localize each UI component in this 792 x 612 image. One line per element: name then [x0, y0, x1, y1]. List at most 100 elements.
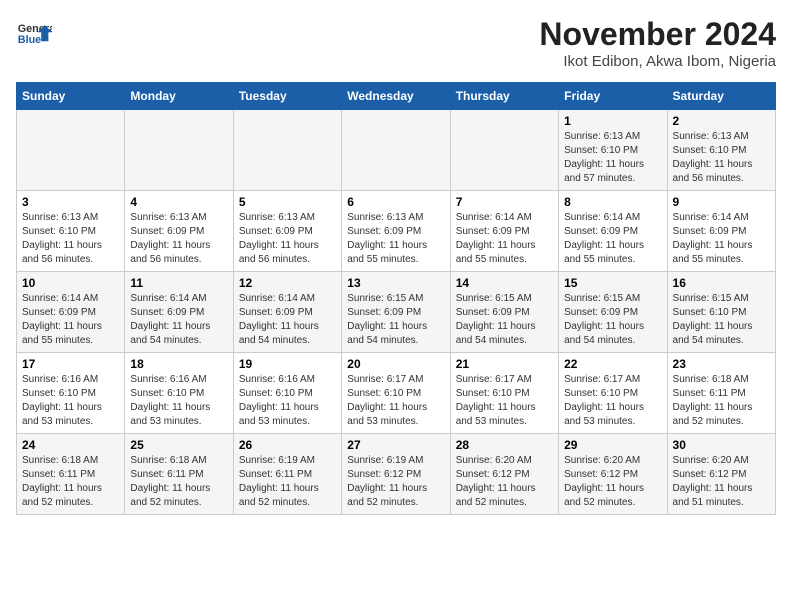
calendar-cell [342, 110, 450, 191]
calendar-cell: 23Sunrise: 6:18 AM Sunset: 6:11 PM Dayli… [667, 353, 775, 434]
calendar-cell: 21 Sunrise: 6:17 AM Sunset: 6:10 PM Dayli… [450, 353, 558, 434]
month-title: November 2024 [539, 16, 776, 53]
calendar-cell: 15 Sunrise: 6:15 AM Sunset: 6:09 PM Dayli… [559, 272, 667, 353]
day-number: 1 [564, 114, 661, 128]
day-detail: Sunrise: 6:14 AM Sunset: 6:09 PM Dayligh… [239, 292, 336, 348]
calendar-table: SundayMondayTuesdayWednesdayThursdayFrid… [16, 82, 776, 515]
day-number: 28 [456, 438, 553, 452]
day-number: 6 [347, 195, 444, 209]
day-detail: Sunrise: 6:20 AM Sunset: 6:12 PM Dayligh… [564, 454, 661, 510]
calendar-cell: 25Sunrise: 6:18 AM Sunset: 6:11 PM Dayli… [125, 434, 233, 515]
day-number: 5 [239, 195, 336, 209]
calendar-cell: 24Sunrise: 6:18 AM Sunset: 6:11 PM Dayli… [17, 434, 125, 515]
day-detail: Sunrise: 6:19 AM Sunset: 6:11 PM Dayligh… [239, 454, 336, 510]
day-detail: Sunrise: 6:14 AM Sunset: 6:09 PM Dayligh… [22, 292, 119, 348]
day-number: 8 [564, 195, 661, 209]
day-number: 29 [564, 438, 661, 452]
calendar-cell: 29 Sunrise: 6:20 AM Sunset: 6:12 PM Dayli… [559, 434, 667, 515]
logo: General Blue [16, 16, 52, 52]
calendar-cell: 12 Sunrise: 6:14 AM Sunset: 6:09 PM Dayli… [233, 272, 341, 353]
day-detail: Sunrise: 6:15 AM Sunset: 6:09 PM Dayligh… [564, 292, 661, 348]
calendar-cell: 13 Sunrise: 6:15 AM Sunset: 6:09 PM Dayli… [342, 272, 450, 353]
day-number: 4 [130, 195, 227, 209]
header-friday: Friday [559, 83, 667, 110]
calendar-cell: 19 Sunrise: 6:16 AM Sunset: 6:10 PM Dayli… [233, 353, 341, 434]
calendar-cell [450, 110, 558, 191]
day-detail: Sunrise: 6:20 AM Sunset: 6:12 PM Dayligh… [673, 454, 770, 510]
day-detail: Sunrise: 6:15 AM Sunset: 6:10 PM Dayligh… [673, 292, 770, 348]
calendar-cell: 20Sunrise: 6:17 AM Sunset: 6:10 PM Dayli… [342, 353, 450, 434]
calendar-cell: 14 Sunrise: 6:15 AM Sunset: 6:09 PM Dayli… [450, 272, 558, 353]
calendar-cell: 16 Sunrise: 6:15 AM Sunset: 6:10 PM Dayli… [667, 272, 775, 353]
day-number: 19 [239, 357, 336, 371]
day-detail: Sunrise: 6:17 AM Sunset: 6:10 PM Dayligh… [456, 373, 553, 429]
day-number: 30 [673, 438, 770, 452]
calendar-cell: 17Sunrise: 6:16 AM Sunset: 6:10 PM Dayli… [17, 353, 125, 434]
day-detail: Sunrise: 6:18 AM Sunset: 6:11 PM Dayligh… [673, 373, 770, 429]
day-number: 27 [347, 438, 444, 452]
day-detail: Sunrise: 6:13 AM Sunset: 6:09 PM Dayligh… [239, 211, 336, 267]
day-detail: Sunrise: 6:13 AM Sunset: 6:10 PM Dayligh… [22, 211, 119, 267]
calendar-cell: 22Sunrise: 6:17 AM Sunset: 6:10 PM Dayli… [559, 353, 667, 434]
calendar-cell: 26 Sunrise: 6:19 AM Sunset: 6:11 PM Dayli… [233, 434, 341, 515]
header-sunday: Sunday [17, 83, 125, 110]
title-area: November 2024 Ikot Edibon, Akwa Ibom, Ni… [539, 16, 776, 70]
header-saturday: Saturday [667, 83, 775, 110]
day-detail: Sunrise: 6:19 AM Sunset: 6:12 PM Dayligh… [347, 454, 444, 510]
calendar-cell: 8Sunrise: 6:14 AM Sunset: 6:09 PM Daylig… [559, 191, 667, 272]
calendar-week-row: 17 Sunrise: 6:16 AM Sunset: 6:10 PM Dayli… [17, 353, 776, 434]
day-detail: Sunrise: 6:13 AM Sunset: 6:10 PM Dayligh… [564, 130, 661, 186]
calendar-week-row: 3 Sunrise: 6:13 AM Sunset: 6:10 PM Daylig… [17, 191, 776, 272]
day-number: 13 [347, 276, 444, 290]
day-detail: Sunrise: 6:15 AM Sunset: 6:09 PM Dayligh… [456, 292, 553, 348]
day-number: 11 [130, 276, 227, 290]
header-monday: Monday [125, 83, 233, 110]
day-number: 7 [456, 195, 553, 209]
header-wednesday: Wednesday [342, 83, 450, 110]
calendar-cell: 27 Sunrise: 6:19 AM Sunset: 6:12 PM Dayli… [342, 434, 450, 515]
day-detail: Sunrise: 6:13 AM Sunset: 6:09 PM Dayligh… [130, 211, 227, 267]
svg-text:Blue: Blue [18, 34, 41, 46]
calendar-cell: 30 Sunrise: 6:20 AM Sunset: 6:12 PM Dayli… [667, 434, 775, 515]
header-thursday: Thursday [450, 83, 558, 110]
day-detail: Sunrise: 6:14 AM Sunset: 6:09 PM Dayligh… [130, 292, 227, 348]
calendar-cell [233, 110, 341, 191]
day-number: 22 [564, 357, 661, 371]
calendar-cell: 11 Sunrise: 6:14 AM Sunset: 6:09 PM Dayli… [125, 272, 233, 353]
calendar-header-row: SundayMondayTuesdayWednesdayThursdayFrid… [17, 83, 776, 110]
calendar-week-row: 1 Sunrise: 6:13 AM Sunset: 6:10 PM Daylig… [17, 110, 776, 191]
calendar-cell: 1 Sunrise: 6:13 AM Sunset: 6:10 PM Daylig… [559, 110, 667, 191]
day-detail: Sunrise: 6:14 AM Sunset: 6:09 PM Dayligh… [456, 211, 553, 267]
day-number: 12 [239, 276, 336, 290]
calendar-cell [125, 110, 233, 191]
day-detail: Sunrise: 6:13 AM Sunset: 6:09 PM Dayligh… [347, 211, 444, 267]
calendar-cell: 4 Sunrise: 6:13 AM Sunset: 6:09 PM Daylig… [125, 191, 233, 272]
day-number: 26 [239, 438, 336, 452]
day-number: 3 [22, 195, 119, 209]
day-detail: Sunrise: 6:16 AM Sunset: 6:10 PM Dayligh… [130, 373, 227, 429]
calendar-cell [17, 110, 125, 191]
calendar-cell: 7 Sunrise: 6:14 AM Sunset: 6:09 PM Daylig… [450, 191, 558, 272]
day-number: 16 [673, 276, 770, 290]
calendar-cell: 5 Sunrise: 6:13 AM Sunset: 6:09 PM Daylig… [233, 191, 341, 272]
day-detail: Sunrise: 6:13 AM Sunset: 6:10 PM Dayligh… [673, 130, 770, 186]
day-number: 17 [22, 357, 119, 371]
calendar-cell: 10 Sunrise: 6:14 AM Sunset: 6:09 PM Dayli… [17, 272, 125, 353]
day-number: 14 [456, 276, 553, 290]
calendar-cell: 2Sunrise: 6:13 AM Sunset: 6:10 PM Daylig… [667, 110, 775, 191]
location-subtitle: Ikot Edibon, Akwa Ibom, Nigeria [539, 53, 776, 70]
calendar-cell: 3 Sunrise: 6:13 AM Sunset: 6:10 PM Daylig… [17, 191, 125, 272]
day-number: 15 [564, 276, 661, 290]
day-detail: Sunrise: 6:15 AM Sunset: 6:09 PM Dayligh… [347, 292, 444, 348]
calendar-cell: 6 Sunrise: 6:13 AM Sunset: 6:09 PM Daylig… [342, 191, 450, 272]
header-tuesday: Tuesday [233, 83, 341, 110]
day-detail: Sunrise: 6:20 AM Sunset: 6:12 PM Dayligh… [456, 454, 553, 510]
day-number: 21 [456, 357, 553, 371]
day-number: 25 [130, 438, 227, 452]
day-number: 10 [22, 276, 119, 290]
calendar-cell: 9 Sunrise: 6:14 AM Sunset: 6:09 PM Daylig… [667, 191, 775, 272]
day-number: 9 [673, 195, 770, 209]
day-detail: Sunrise: 6:14 AM Sunset: 6:09 PM Dayligh… [673, 211, 770, 267]
day-number: 18 [130, 357, 227, 371]
day-detail: Sunrise: 6:16 AM Sunset: 6:10 PM Dayligh… [239, 373, 336, 429]
